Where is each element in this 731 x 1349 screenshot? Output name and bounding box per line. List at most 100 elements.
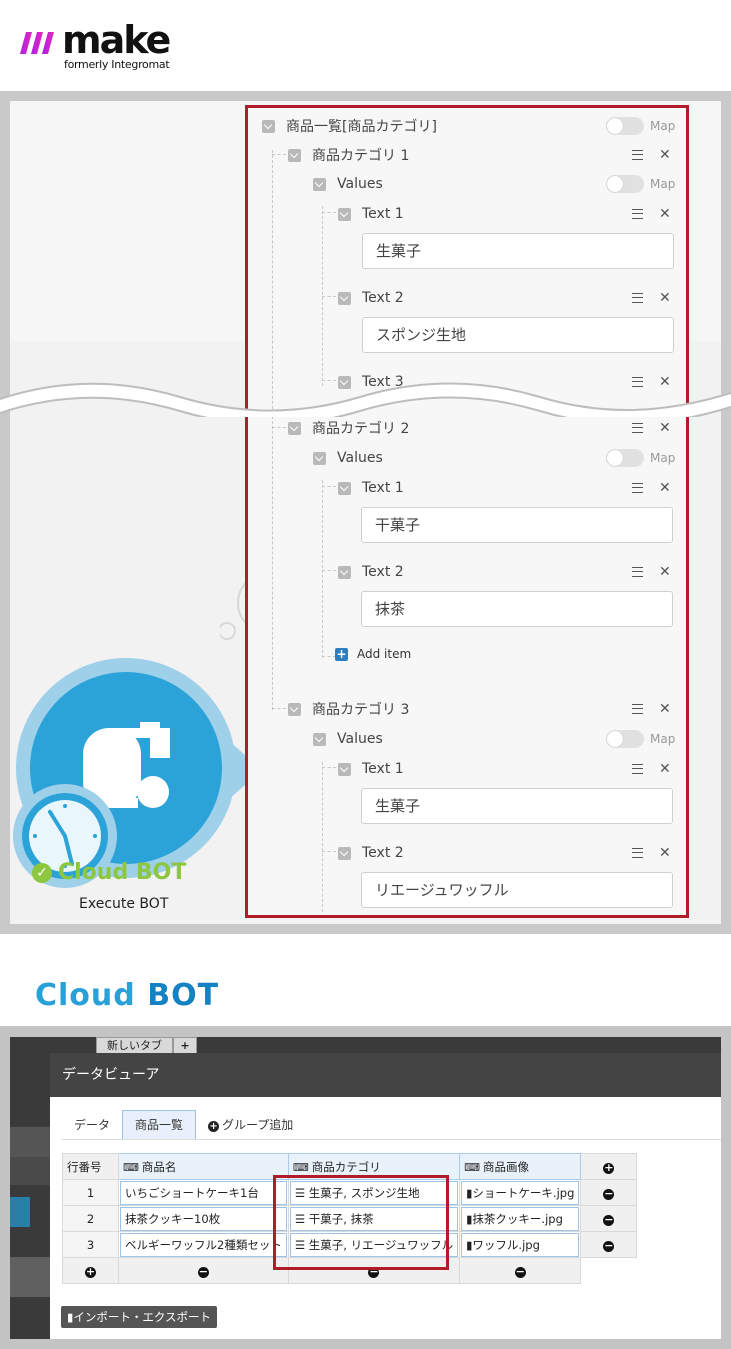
column-header[interactable]: ⌨ 商品名 [118,1153,289,1180]
chevron-down-icon[interactable] [313,451,326,465]
map-toggle-values-3[interactable]: Map [606,729,675,749]
add-column-button[interactable]: + [580,1153,638,1180]
category-2-row[interactable]: 商品カテゴリ 2 [288,416,409,440]
toggle-switch[interactable] [606,117,644,135]
category-3-row[interactable]: 商品カテゴリ 3 [288,697,409,721]
toggle-switch[interactable] [606,175,644,193]
close-icon[interactable]: ✕ [659,291,671,305]
text-item-row[interactable]: Text 1 [338,476,404,500]
category-2-label: 商品カテゴリ 2 [312,421,410,437]
chevron-down-icon[interactable] [338,481,351,495]
close-icon[interactable]: ✕ [659,481,671,495]
values-1-row[interactable]: Values [313,172,383,196]
text-item-row[interactable]: Text 1 [338,757,404,781]
chevron-down-icon[interactable] [288,702,301,716]
chevron-down-icon[interactable] [262,119,275,133]
close-icon[interactable]: ✕ [659,207,671,221]
make-logo: make formerly Integromat [20,18,220,76]
values-3-row[interactable]: Values [313,727,383,751]
add-item-button[interactable]: + Add item [335,647,411,661]
dialog-title: データビューア [50,1053,721,1097]
row-number: 2 [62,1205,119,1232]
close-icon[interactable]: ✕ [659,565,671,579]
text-item-label: Text 1 [362,206,404,222]
row-number: 1 [62,1179,119,1206]
close-icon[interactable]: ✕ [659,148,671,162]
chevron-down-icon[interactable] [338,291,351,305]
drag-menu-icon[interactable] [632,567,643,577]
text-item-field[interactable]: リエージュワッフル [361,872,673,908]
drag-menu-icon[interactable] [632,293,643,303]
text-item-row[interactable]: Text 1 [338,202,404,226]
text-item-tools: ✕ [632,476,671,500]
chevron-down-icon[interactable] [313,177,326,191]
drag-menu-icon[interactable] [632,483,643,493]
table-cell[interactable]: ▮ショートケーキ.jpg [459,1179,582,1206]
table-cell[interactable]: ベルギーワッフル2種類セット [118,1231,289,1258]
tab-add-group[interactable]: + グループ追加 [196,1111,305,1139]
text-item-field[interactable]: 抹茶 [361,591,673,627]
make-tagline: formerly Integromat [64,58,170,71]
table-cell[interactable]: 抹茶クッキー10枚 [118,1205,289,1232]
remove-column-button[interactable]: − [459,1257,582,1284]
text-item-row[interactable]: Text 2 [338,841,404,865]
close-icon[interactable]: ✕ [659,702,671,716]
values-label: Values [337,176,383,192]
map-toggle-values-1[interactable]: Map [606,174,675,194]
remove-row-button[interactable]: − [580,1205,638,1232]
category-column-highlight [273,1175,449,1270]
drag-menu-icon[interactable] [632,764,643,774]
drag-menu-icon[interactable] [632,150,643,160]
map-toggle-root[interactable]: Map [606,116,675,136]
row-number: 3 [62,1231,119,1258]
column-header: 行番号 [62,1153,119,1180]
table-cell[interactable]: ▮ワッフル.jpg [459,1231,582,1258]
text-item-row[interactable]: Text 2 [338,286,404,310]
toggle-switch[interactable] [606,730,644,748]
text-item-tools: ✕ [632,286,671,310]
column-header[interactable]: ⌨ 商品画像 [459,1153,582,1180]
chevron-down-icon[interactable] [288,148,301,162]
chevron-down-icon[interactable] [338,207,351,221]
close-icon[interactable]: ✕ [659,846,671,860]
plus-icon: + [335,646,348,661]
values-label: Values [337,731,383,747]
category-1-label: 商品カテゴリ 1 [312,148,410,164]
text-item-row[interactable]: Text 2 [338,560,404,584]
close-icon[interactable]: ✕ [659,762,671,776]
table-cell[interactable]: いちごショートケーキ1台 [118,1179,289,1206]
values-2-row[interactable]: Values [313,446,383,470]
remove-column-button[interactable]: − [118,1257,289,1284]
map-toggle-values-2[interactable]: Map [606,448,675,468]
text-item-field[interactable]: 干菓子 [361,507,673,543]
cloud-bot-module-icon[interactable] [10,610,250,940]
chevron-down-icon[interactable] [338,846,351,860]
root-collection-row[interactable]: 商品一覧[商品カテゴリ] [262,114,437,138]
drag-menu-icon[interactable] [632,848,643,858]
drag-menu-icon[interactable] [632,209,643,219]
category-1-row[interactable]: 商品カテゴリ 1 [288,143,409,167]
text-item-tools: ✕ [632,202,671,226]
category-3-tools: ✕ [632,697,671,721]
tab-data[interactable]: データ [62,1111,122,1139]
add-row-button[interactable]: + [62,1257,119,1284]
chevron-down-icon[interactable] [338,762,351,776]
drag-menu-icon[interactable] [632,423,643,433]
text-item-field[interactable]: スポンジ生地 [362,317,674,353]
remove-row-button[interactable]: − [580,1231,638,1258]
map-label: Map [650,451,676,465]
plus-circle-icon: + [603,1160,615,1174]
text-item-field[interactable]: 生菓子 [362,233,674,269]
remove-row-button[interactable]: − [580,1179,638,1206]
tab-product-list[interactable]: 商品一覧 [122,1110,197,1139]
import-export-button[interactable]: ▮インポート・エクスポート [61,1306,217,1328]
drag-menu-icon[interactable] [632,704,643,714]
table-cell[interactable]: ▮抹茶クッキー.jpg [459,1205,582,1232]
text-item-field[interactable]: 生菓子 [361,788,673,824]
chevron-down-icon[interactable] [338,565,351,579]
chevron-down-icon[interactable] [313,732,326,746]
viewer-tabs: データ 商品一覧 + グループ追加 [62,1110,305,1139]
toggle-switch[interactable] [606,449,644,467]
close-icon[interactable]: ✕ [659,421,671,435]
chevron-down-icon[interactable] [288,421,301,435]
